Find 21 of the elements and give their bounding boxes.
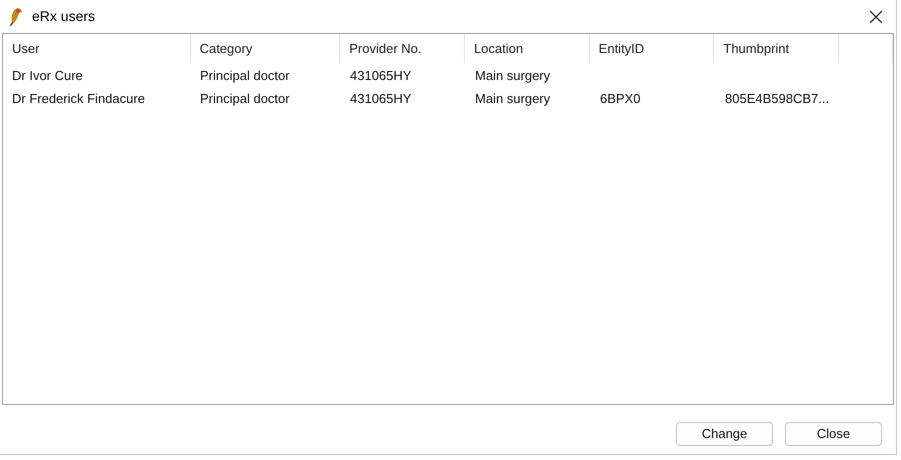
column-header[interactable]: User bbox=[3, 34, 191, 63]
dialog-button[interactable]: Change bbox=[676, 422, 773, 446]
table-cell: Main surgery bbox=[475, 90, 550, 106]
window-title: eRx users bbox=[32, 7, 96, 26]
close-icon[interactable] bbox=[870, 10, 882, 22]
column-header[interactable]: Provider No. bbox=[340, 34, 465, 63]
table-cell: 6BPX0 bbox=[600, 90, 640, 106]
table-cell: 431065HY bbox=[350, 68, 412, 82]
bird-icon bbox=[8, 6, 24, 26]
table-cell: Principal doctor bbox=[200, 68, 290, 82]
column-header[interactable]: EntityID bbox=[590, 34, 714, 63]
table-cell: Dr Frederick Findacure bbox=[12, 90, 145, 106]
column-header[interactable]: Location bbox=[464, 34, 590, 63]
dialog-button[interactable]: Close bbox=[785, 422, 882, 446]
table-cell: 805E4B598CB7... bbox=[725, 90, 830, 106]
table-cell: Dr Ivor Cure bbox=[12, 68, 83, 82]
table-cell: Principal doctor bbox=[200, 90, 290, 106]
column-header[interactable]: Thumbprint bbox=[714, 34, 840, 63]
table-cell: Main surgery bbox=[475, 68, 550, 82]
column-header[interactable]: Category bbox=[190, 34, 340, 63]
table-cell: 431065HY bbox=[350, 90, 412, 106]
